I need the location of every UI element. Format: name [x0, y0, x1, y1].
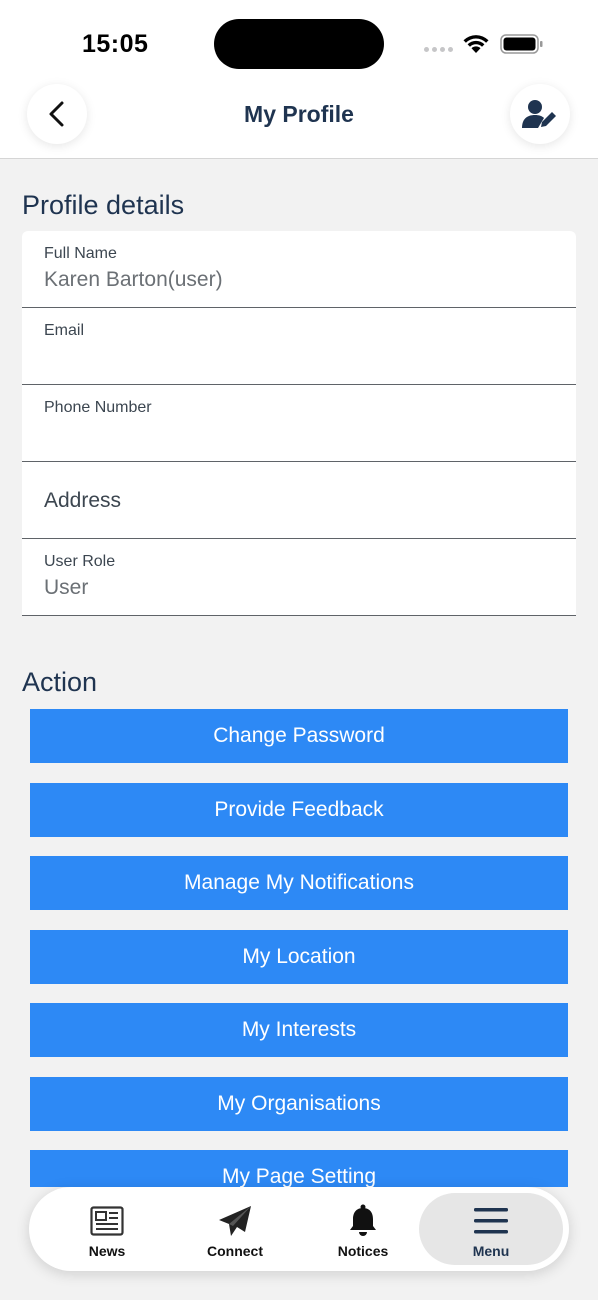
user-role-field[interactable]: User Role User: [22, 539, 576, 616]
full-name-field[interactable]: Full Name Karen Barton(user): [22, 231, 576, 308]
my-organisations-button[interactable]: My Organisations: [30, 1077, 568, 1131]
email-field[interactable]: Email: [22, 308, 576, 385]
field-label: Phone Number: [44, 399, 152, 416]
action-heading: Action: [22, 667, 98, 697]
user-edit-icon: [522, 100, 556, 128]
address-field[interactable]: Address: [22, 462, 576, 539]
change-password-button[interactable]: Change Password: [30, 709, 568, 763]
my-interests-button[interactable]: My Interests: [30, 1003, 568, 1057]
field-value: Karen Barton(user): [44, 268, 223, 291]
provide-feedback-button[interactable]: Provide Feedback: [30, 783, 568, 837]
tab-label: News: [88, 1243, 126, 1259]
status-time: 15:05: [82, 30, 149, 58]
tab-label: Notices: [337, 1243, 389, 1259]
wifi-icon: [463, 35, 489, 53]
paper-plane-icon: [219, 1206, 251, 1236]
tab-label: Menu: [472, 1243, 510, 1259]
tab-menu[interactable]: Menu: [419, 1193, 563, 1265]
battery-icon: [500, 34, 543, 54]
newspaper-icon: [90, 1206, 124, 1236]
field-placeholder: Address: [44, 489, 122, 512]
status-bar: 15:05: [0, 0, 598, 80]
phone-number-field[interactable]: Phone Number: [22, 385, 576, 462]
bottom-tab-bar: News Connect Notices Menu: [29, 1187, 569, 1271]
profile-details-heading: Profile details: [22, 190, 185, 220]
field-value: User: [44, 576, 89, 599]
cellular-signal-icon: [424, 47, 456, 53]
tab-connect[interactable]: Connect: [175, 1193, 295, 1265]
dynamic-island: [214, 19, 384, 69]
edit-profile-button[interactable]: [510, 84, 570, 144]
tab-news[interactable]: News: [47, 1193, 167, 1265]
action-list: Change Password Provide Feedback Manage …: [30, 709, 568, 1187]
tab-label: Connect: [207, 1243, 263, 1259]
tab-notices[interactable]: Notices: [303, 1193, 423, 1265]
page-title: My Profile: [244, 101, 354, 127]
my-location-button[interactable]: My Location: [30, 930, 568, 984]
menu-icon: [474, 1208, 508, 1234]
app-header: My Profile: [0, 80, 598, 159]
manage-notifications-button[interactable]: Manage My Notifications: [30, 856, 568, 910]
profile-details-card: Full Name Karen Barton(user) Email Phone…: [22, 231, 576, 616]
field-label: Full Name: [44, 245, 117, 262]
field-label: User Role: [44, 553, 116, 570]
my-page-setting-button[interactable]: My Page Setting: [30, 1150, 568, 1187]
field-label: Email: [44, 322, 85, 339]
bell-icon: [350, 1204, 376, 1236]
